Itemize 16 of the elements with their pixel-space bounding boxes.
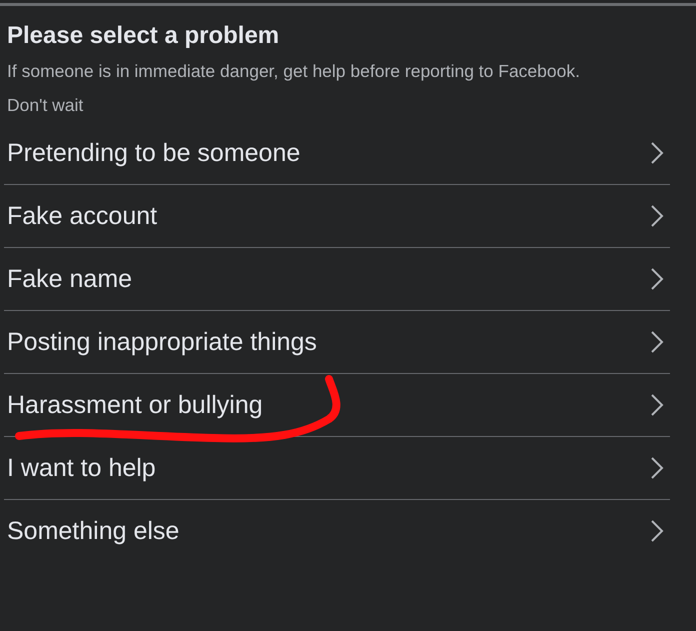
problem-option[interactable]: I want to help [4,437,670,500]
warning-text: If someone is in immediate danger, get help before reporting to Facebook. Don't wait [7,60,581,117]
problem-option[interactable]: Fake name [4,248,670,311]
dialog-title: Please select a problem [7,21,280,51]
problem-option[interactable]: Harassment or bullying [4,374,670,437]
problem-option[interactable]: Fake account [4,185,670,248]
problem-option[interactable]: Pretending to be someone [4,122,670,185]
chevron-icon [650,330,664,354]
chevron-icon [650,267,664,291]
chevron-icon [650,141,664,165]
chevron-icon [650,204,664,228]
problem-option[interactable]: Something else [4,500,670,562]
chevron-icon [650,456,664,480]
chevron-icon [650,393,664,417]
problem-option[interactable]: Posting inappropriate things [4,311,670,374]
chevron-icon [650,519,664,543]
